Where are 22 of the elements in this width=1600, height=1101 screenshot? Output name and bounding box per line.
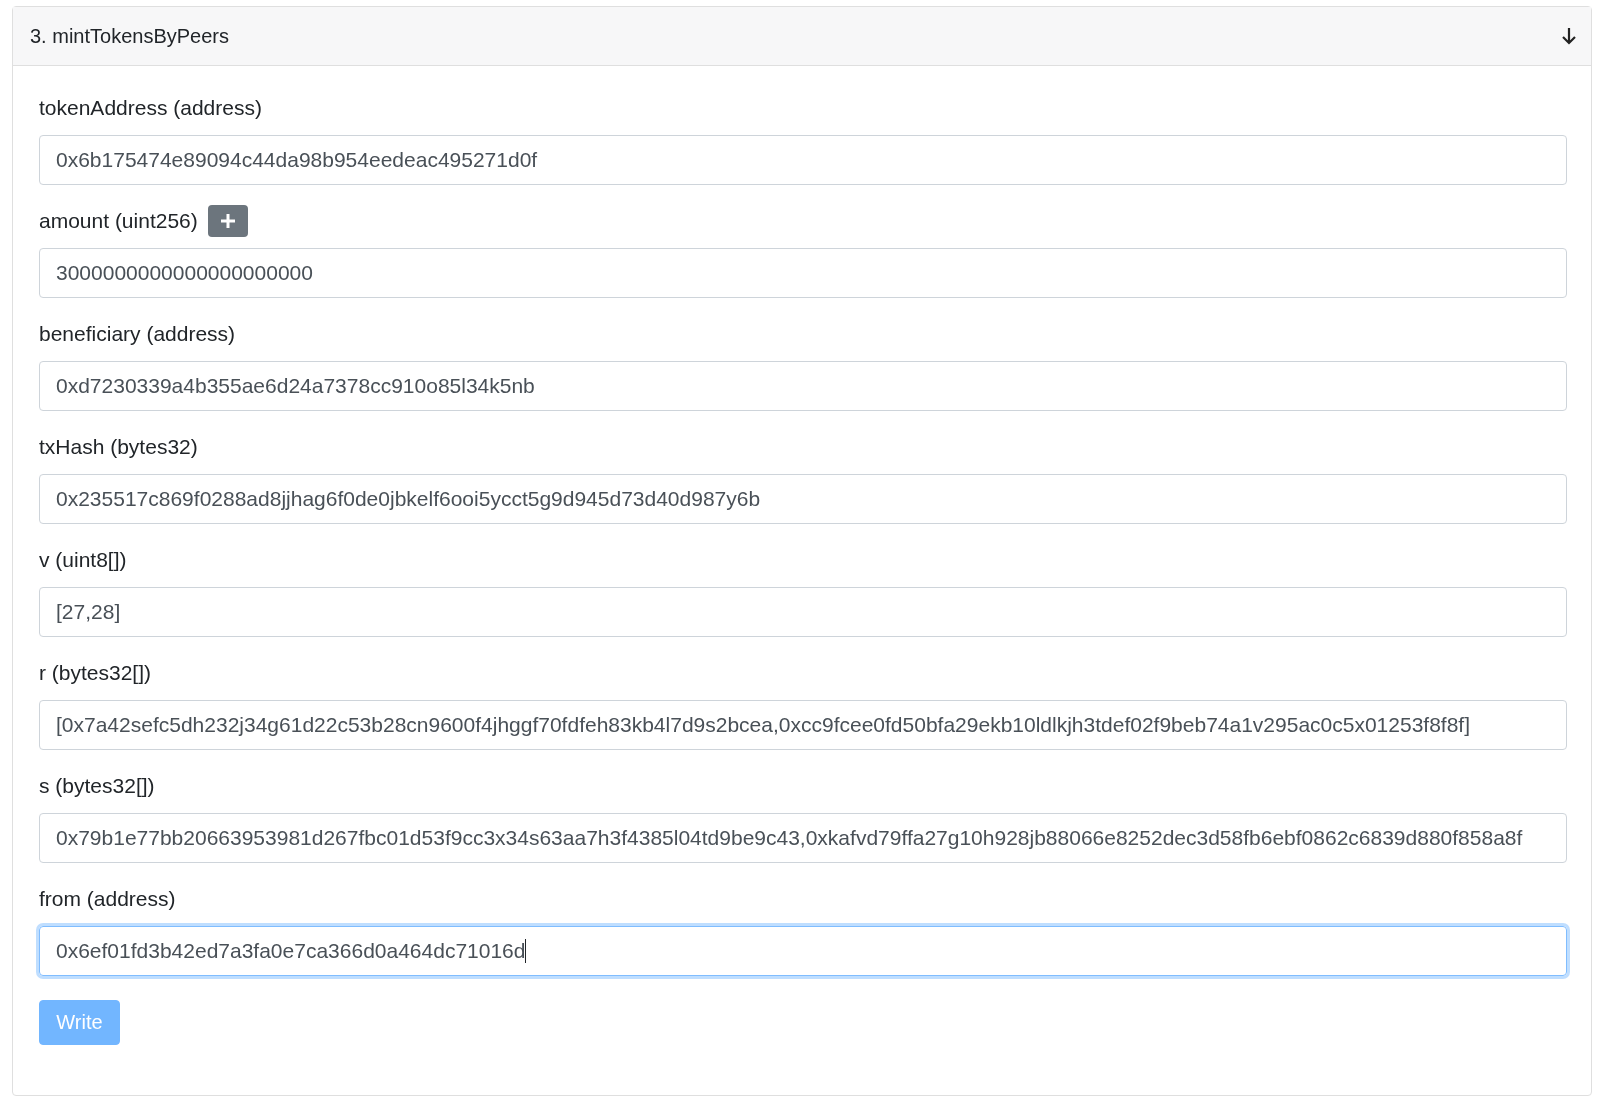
panel-header[interactable]: 3. mintTokensByPeers <box>13 7 1591 66</box>
input-field[interactable]: 0x6b175474e89094c44da98b954eedeac495271d0f <box>39 135 1567 185</box>
field-label: r (bytes32[]) <box>39 660 152 686</box>
field-label: tokenAddress (address) <box>39 95 262 121</box>
field-label: txHash (bytes32) <box>39 434 198 460</box>
panel-title: 3. mintTokensByPeers <box>30 24 229 48</box>
input-field[interactable]: 0xd7230339a4b355ae6d24a7378cc910o85l34k5nb <box>39 361 1567 411</box>
input-field[interactable]: 0x79b1e77bb20663953981d267fbc01d53f9cc3x34s63aa7h3f4385l04td9be9c43,0xkafvd79ffa27g10h928jb88066e8252dec3d58fb6ebf0862c6839d880f858a8f <box>39 813 1567 863</box>
input-field[interactable]: [27,28] <box>39 587 1567 637</box>
field-label: amount (uint256) <box>39 208 198 234</box>
plus-icon <box>218 212 237 230</box>
field-label: from (address) <box>39 886 176 912</box>
input-field[interactable]: 3000000000000000000000 <box>39 248 1567 298</box>
field-label: s (bytes32[]) <box>39 773 155 799</box>
add-button[interactable] <box>207 205 248 237</box>
text-cursor <box>525 939 527 963</box>
input-field[interactable]: 0x6ef01fd3b42ed7a3fa0e7ca366d0a464dc71016d <box>39 926 1567 976</box>
field-label: beneficiary (address) <box>39 321 236 347</box>
field-label: v (uint8[]) <box>39 547 127 573</box>
down-arrow-icon <box>1561 27 1577 45</box>
input-field[interactable]: 0x235517c869f0288ad8jjhag6f0de0jbkelf6ooi5ycct5g9d945d73d40d987y6b <box>39 474 1567 524</box>
input-field[interactable]: [0x7a42sefc5dh232j34g61d22c53b28cn9600f4jhggf70fdfeh83kb4l7d9s2bcea,0xcc9fcee0fd50bfa29ekb10ldlkjh3tdef02f9beb74a1v295ac0c5x01253f8f8f] <box>39 700 1567 750</box>
